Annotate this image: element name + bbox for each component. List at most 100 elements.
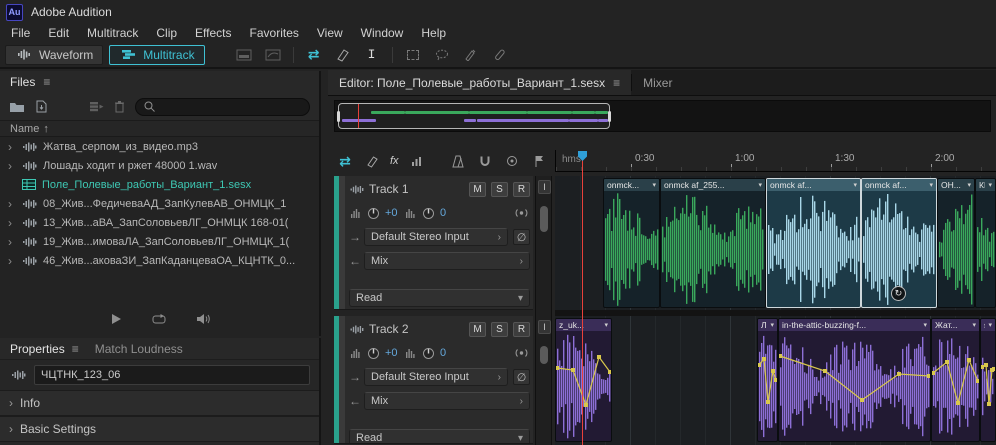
timeline-ruler[interactable]: hms 0:301:001:302:00	[555, 150, 996, 172]
clip-body[interactable]	[758, 331, 777, 442]
panel-menu-icon[interactable]: ≡	[613, 76, 620, 90]
multitrack-view-button[interactable]: Multitrack	[109, 45, 204, 65]
track-lane-1[interactable]: ↻ onmck...▾onmck af_255...▾onmck af...▾o…	[555, 176, 996, 310]
file-row[interactable]: ›19_Жив...имоваЛА_ЗапСоловьевЛГ_ОНМЦК_1(	[0, 232, 319, 251]
menu-item-multitrack[interactable]: Multitrack	[78, 26, 147, 40]
section-basic-settings[interactable]: › Basic Settings	[0, 416, 319, 442]
navigator-left-handle[interactable]	[337, 111, 340, 122]
play-button[interactable]	[107, 310, 125, 328]
polarity-button[interactable]: ∅	[513, 229, 530, 245]
clip-dropdown-icon[interactable]: ▾	[853, 181, 857, 189]
open-file-icon[interactable]	[9, 98, 25, 116]
clip-body[interactable]	[938, 191, 974, 308]
expander-icon[interactable]: ›	[8, 140, 16, 154]
clip-dropdown-icon[interactable]: ▾	[988, 321, 992, 329]
clip-body[interactable]	[779, 331, 930, 442]
metronome-icon[interactable]	[449, 152, 467, 170]
files-column-header[interactable]: Name ↑	[0, 121, 319, 137]
search-input[interactable]	[160, 101, 302, 113]
tab-mixer[interactable]: Mixer	[632, 70, 683, 95]
panel-menu-icon[interactable]: ≡	[43, 75, 50, 89]
clip-dropdown-icon[interactable]: ▾	[972, 321, 976, 329]
file-search-box[interactable]	[135, 98, 310, 116]
file-row[interactable]: ›Жатва_серпом_из_видео.mp3	[0, 137, 319, 156]
automation-mode-select[interactable]: Read ▾	[349, 429, 530, 444]
file-row[interactable]: ›Лошадь ходит и ржет 48000 1.wav	[0, 156, 319, 175]
clip-body[interactable]	[932, 331, 979, 442]
waveform-view-button[interactable]: Waveform	[5, 45, 103, 65]
menu-item-help[interactable]: Help	[412, 26, 455, 40]
solo-button[interactable]: S	[491, 322, 508, 337]
navigator-viewport[interactable]	[338, 103, 610, 129]
record-arm-button[interactable]: R	[513, 182, 530, 197]
spot-healing-brush-tool-icon[interactable]	[491, 46, 509, 64]
clip-header[interactable]: onmck af...▾	[767, 179, 860, 191]
file-row[interactable]: ›13_Жив...аВА_ЗапСоловьевЛГ_ОНМЦК 168-01…	[0, 213, 319, 232]
volume-envelope[interactable]	[981, 331, 995, 442]
clip-body[interactable]	[767, 191, 860, 308]
delete-file-icon[interactable]	[114, 98, 125, 116]
volume-envelope[interactable]	[556, 331, 611, 442]
clip-dropdown-icon[interactable]: ▾	[923, 321, 927, 329]
clip-body[interactable]	[661, 191, 765, 308]
track-name[interactable]: Track 1	[369, 182, 464, 196]
expander-icon[interactable]: ›	[8, 197, 16, 211]
clip-dropdown-icon[interactable]: ▾	[652, 181, 656, 189]
menu-item-file[interactable]: File	[2, 26, 39, 40]
clip-header[interactable]: onmck...▾	[604, 179, 659, 191]
clip-header[interactable]: КЦ▾	[976, 179, 995, 191]
marquee-selection-tool-icon[interactable]	[404, 46, 422, 64]
tab-match-loudness[interactable]: Match Loudness	[95, 342, 183, 356]
audio-clip[interactable]: Л...▾	[757, 318, 778, 442]
output-select[interactable]: Mix ›	[364, 392, 530, 410]
tab-editor[interactable]: Editor: Поле_Полевые_работы_Вариант_1.se…	[328, 70, 631, 95]
expander-icon[interactable]: ›	[8, 254, 16, 268]
clip-dropdown-icon[interactable]: ▾	[770, 321, 774, 329]
navigator-right-handle[interactable]	[608, 111, 611, 122]
clip-body[interactable]	[604, 191, 659, 308]
file-row[interactable]: Поле_Полевые_работы_Вариант_1.sesx	[0, 175, 319, 194]
audio-clip[interactable]: su...▾	[980, 318, 996, 442]
audio-clip[interactable]: onmck af...▾	[766, 178, 861, 308]
spectral-frequency-display-icon[interactable]	[235, 46, 253, 64]
paintbrush-selection-tool-icon[interactable]	[462, 46, 480, 64]
panel-menu-icon[interactable]: ≡	[72, 342, 79, 356]
volume-envelope[interactable]	[758, 331, 777, 442]
pan-knob[interactable]	[421, 204, 435, 222]
polarity-button[interactable]: ∅	[513, 369, 530, 385]
output-select[interactable]: Mix ›	[364, 252, 530, 270]
clip-dropdown-icon[interactable]: ▾	[967, 181, 971, 189]
input-monitor-button[interactable]: I	[538, 180, 551, 194]
insert-into-multitrack-icon[interactable]	[89, 98, 104, 116]
audio-clip[interactable]: ОН...▾	[937, 178, 975, 308]
move-tool-icon[interactable]: ⇄	[336, 152, 354, 170]
volume-value[interactable]: +0	[385, 347, 399, 359]
clip-volume-icon[interactable]	[408, 152, 426, 170]
section-info[interactable]: › Info	[0, 390, 319, 416]
loop-indicator-icon[interactable]: ↻	[891, 286, 906, 301]
pan-knob[interactable]	[421, 344, 435, 362]
audio-clip[interactable]: onmck af_255...▾	[660, 178, 766, 308]
mute-button[interactable]: M	[469, 182, 486, 197]
clip-header[interactable]: su...▾	[981, 319, 995, 331]
track-lanes[interactable]: ↻ onmck...▾onmck af_255...▾onmck af...▾o…	[555, 176, 996, 445]
clip-header[interactable]: Л...▾	[758, 319, 777, 331]
menu-item-window[interactable]: Window	[352, 26, 413, 40]
clip-header[interactable]: onmck af...▾	[862, 179, 936, 191]
menu-item-clip[interactable]: Clip	[147, 26, 186, 40]
volume-knob[interactable]	[366, 344, 380, 362]
name-field[interactable]	[34, 365, 310, 385]
import-file-icon[interactable]	[35, 98, 48, 116]
automation-mode-select[interactable]: Read ▾	[349, 289, 530, 307]
file-row[interactable]: ›08_Жив...ФедичеваАД_ЗапКулевАВ_ОНМЦК_1	[0, 194, 319, 213]
track-grip[interactable]	[339, 316, 345, 443]
menu-item-effects[interactable]: Effects	[186, 26, 240, 40]
mute-button[interactable]: M	[469, 322, 486, 337]
input-select[interactable]: Default Stereo Input ›	[364, 228, 508, 246]
file-row[interactable]: ›46_Жив...аковаЗИ_ЗапКаданцеваОА_КЦНТК_0…	[0, 251, 319, 270]
razor-tool-icon[interactable]	[363, 152, 381, 170]
menu-item-favorites[interactable]: Favorites	[241, 26, 308, 40]
clip-dropdown-icon[interactable]: ▾	[758, 181, 762, 189]
output-monitor-icon[interactable]	[512, 204, 530, 222]
clip-header[interactable]: onmck af_255...▾	[661, 179, 765, 191]
